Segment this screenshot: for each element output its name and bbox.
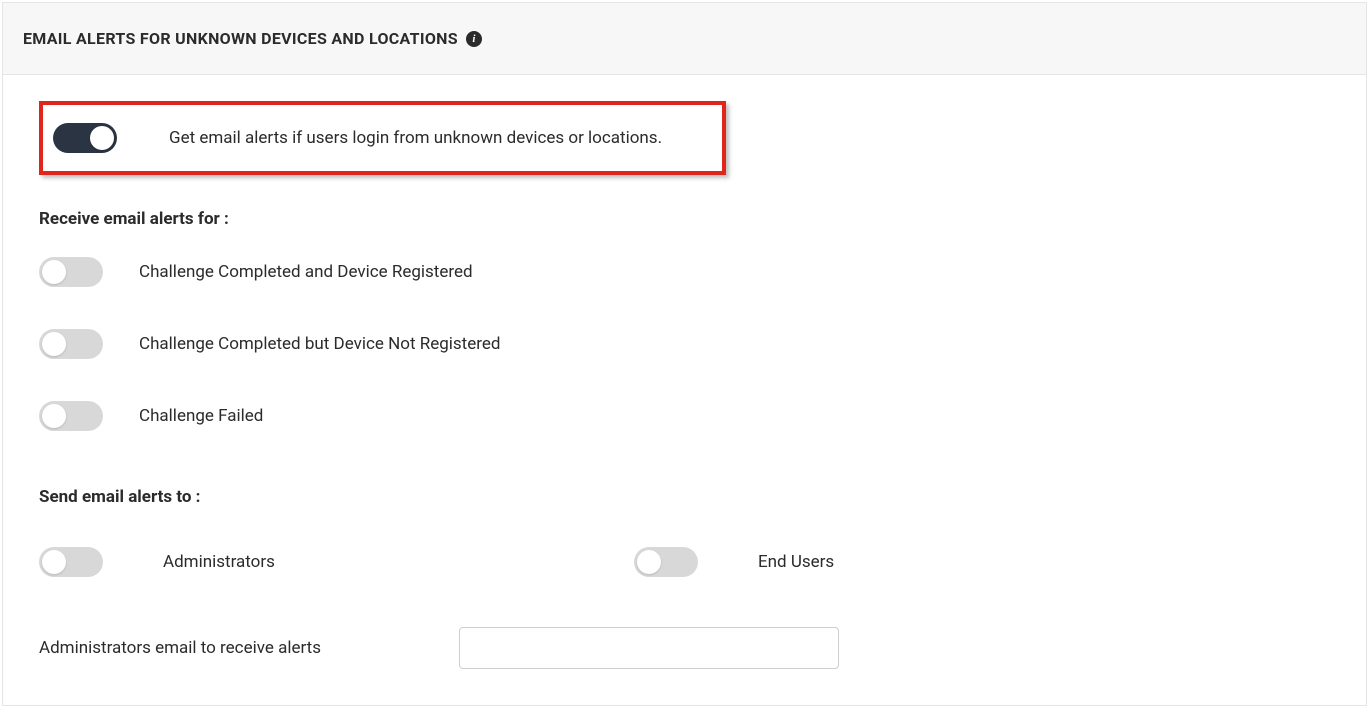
toggle-knob	[42, 332, 66, 356]
recipient-group: End Users	[634, 547, 834, 577]
admin-email-row: Administrators email to receive alerts	[39, 627, 1330, 669]
receive-option-row: Challenge Completed and Device Registere…	[39, 257, 1330, 287]
toggle-knob	[637, 550, 661, 574]
administrators-toggle[interactable]	[39, 547, 103, 577]
toggle-knob	[42, 260, 66, 284]
main-toggle-label: Get email alerts if users login from unk…	[169, 128, 662, 148]
recipients-row: Administrators End Users	[39, 547, 1330, 577]
end-users-toggle[interactable]	[634, 547, 698, 577]
challenge-completed-not-registered-toggle[interactable]	[39, 329, 103, 359]
recipient-group: Administrators	[39, 547, 634, 577]
send-alerts-heading: Send email alerts to :	[39, 487, 1330, 507]
info-icon[interactable]: i	[466, 31, 482, 47]
challenge-completed-registered-toggle[interactable]	[39, 257, 103, 287]
receive-option-label: Challenge Failed	[139, 406, 263, 426]
toggle-knob	[42, 550, 66, 574]
receive-option-label: Challenge Completed but Device Not Regis…	[139, 334, 500, 354]
receive-option-row: Challenge Failed	[39, 401, 1330, 431]
recipient-label: Administrators	[163, 552, 275, 572]
challenge-failed-toggle[interactable]	[39, 401, 103, 431]
receive-option-label: Challenge Completed and Device Registere…	[139, 262, 473, 282]
panel-body: Get email alerts if users login from unk…	[3, 75, 1366, 705]
main-alerts-toggle[interactable]	[53, 123, 117, 153]
panel-title: EMAIL ALERTS FOR UNKNOWN DEVICES AND LOC…	[23, 29, 458, 48]
receive-option-row: Challenge Completed but Device Not Regis…	[39, 329, 1330, 359]
recipient-label: End Users	[758, 552, 834, 572]
main-toggle-highlight: Get email alerts if users login from unk…	[39, 101, 726, 175]
admin-email-label: Administrators email to receive alerts	[39, 638, 459, 658]
toggle-knob	[90, 126, 114, 150]
toggle-knob	[42, 404, 66, 428]
email-alerts-panel: EMAIL ALERTS FOR UNKNOWN DEVICES AND LOC…	[2, 2, 1367, 706]
receive-alerts-heading: Receive email alerts for :	[39, 209, 1330, 229]
panel-header: EMAIL ALERTS FOR UNKNOWN DEVICES AND LOC…	[3, 3, 1366, 75]
admin-email-input[interactable]	[459, 627, 839, 669]
